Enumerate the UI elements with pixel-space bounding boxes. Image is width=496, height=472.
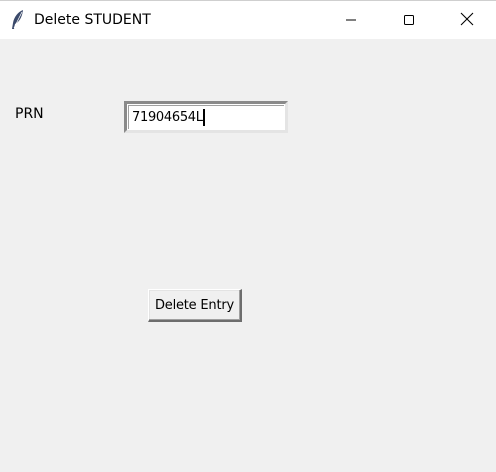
delete-entry-button[interactable]: Delete Entry (148, 289, 242, 322)
prn-field[interactable] (124, 101, 288, 133)
prn-input[interactable] (132, 108, 282, 127)
text-caret (203, 109, 205, 126)
minimize-icon (345, 11, 357, 30)
close-button[interactable] (438, 1, 496, 39)
close-icon (460, 11, 474, 30)
maximize-button[interactable] (380, 1, 438, 39)
maximize-icon (403, 11, 415, 30)
delete-student-window: Delete STUDENT PRN 71904654L Delete Entr… (0, 0, 496, 472)
minimize-button[interactable] (322, 1, 380, 39)
window-title: Delete STUDENT (34, 12, 151, 28)
feather-icon (10, 9, 26, 31)
title-bar[interactable]: Delete STUDENT (0, 0, 496, 39)
prn-label: PRN (15, 106, 44, 122)
prn-field-inner (128, 105, 284, 129)
